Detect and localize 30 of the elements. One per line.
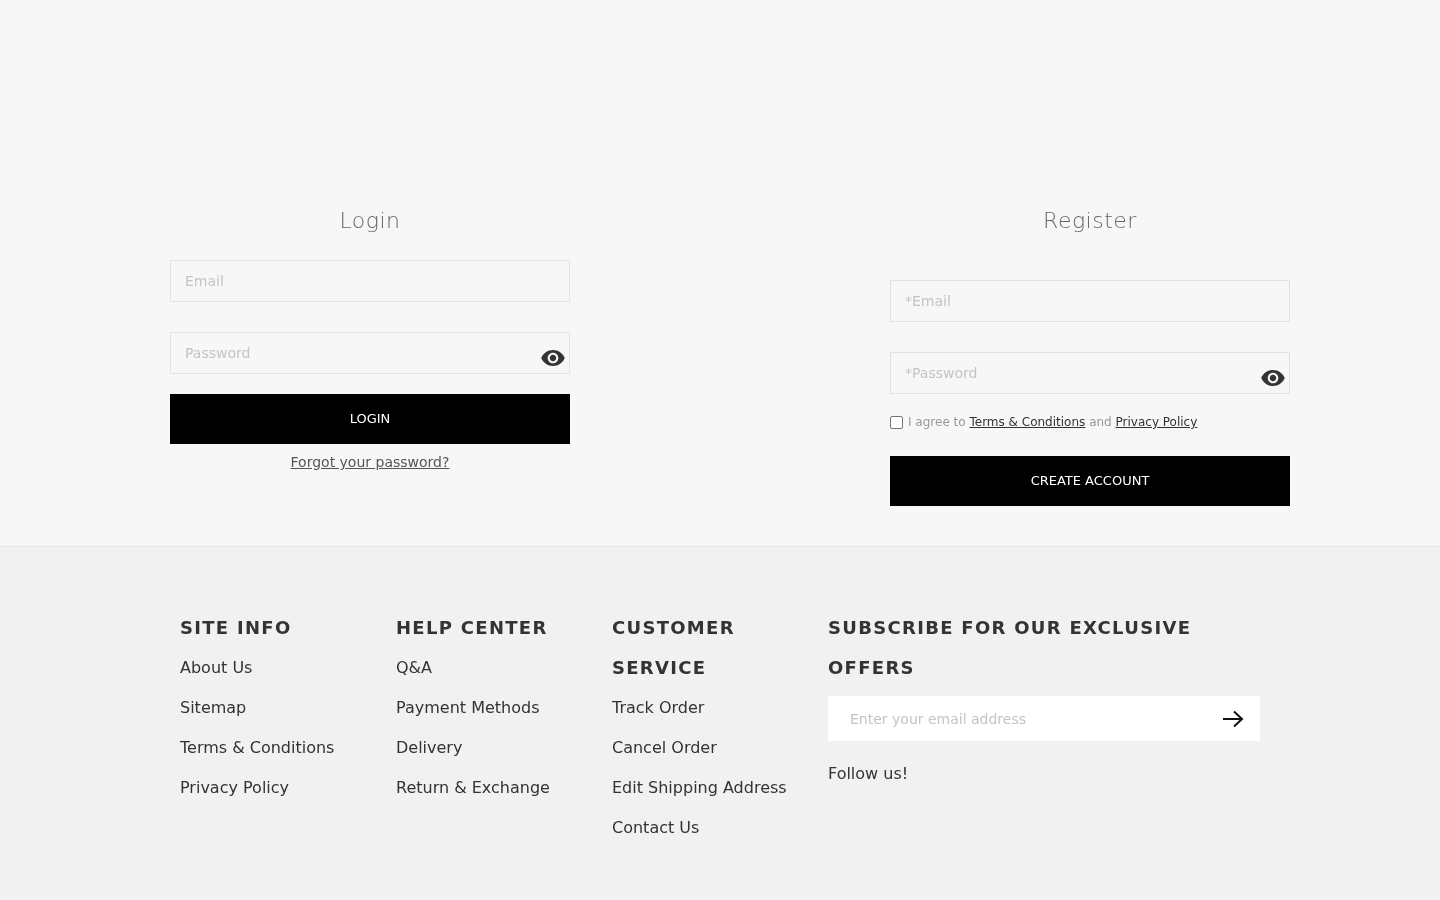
forgot-password-link[interactable]: Forgot your password?: [290, 452, 450, 472]
subscribe-email-field[interactable]: Enter your email address: [828, 696, 1260, 741]
agree-checkbox[interactable]: [890, 415, 903, 429]
footer-heading: SUBSCRIBE FOR OUR EXCLUSIVE OFFERS: [828, 616, 1193, 680]
footer-heading: HELP CENTER: [396, 616, 549, 640]
footer-link[interactable]: Payment Methods: [396, 688, 540, 728]
footer-link[interactable]: Delivery: [396, 728, 463, 768]
privacy-link[interactable]: Privacy Policy: [1115, 415, 1198, 429]
terms-link[interactable]: Terms & Conditions: [969, 415, 1086, 429]
register-title: Register: [1042, 207, 1138, 235]
footer-link[interactable]: Sitemap: [180, 688, 247, 728]
footer-link[interactable]: Privacy Policy: [180, 768, 290, 808]
login-title: Login: [338, 207, 402, 235]
footer-link[interactable]: Cancel Order: [612, 728, 717, 768]
footer-heading: SITE INFO: [180, 616, 293, 640]
footer-link[interactable]: Q&A: [396, 648, 432, 688]
footer-link[interactable]: About Us: [180, 648, 253, 688]
eye-icon[interactable]: [541, 350, 565, 366]
arrow-right-icon[interactable]: [1222, 710, 1244, 728]
footer-heading: CUSTOMER SERVICE: [612, 616, 736, 680]
follow-us-label: Follow us!: [828, 763, 909, 785]
footer-link[interactable]: Contact Us: [612, 808, 700, 848]
footer-link[interactable]: Return & Exchange: [396, 768, 550, 808]
login-button[interactable]: LOGIN: [170, 394, 570, 444]
footer-link[interactable]: Terms & Conditions: [180, 728, 335, 768]
agreement-text: I agree to Terms & Conditions and Privacy Policy: [908, 414, 1198, 430]
eye-icon[interactable]: [1261, 370, 1285, 386]
create-account-button[interactable]: CREATE ACCOUNT: [890, 456, 1290, 506]
footer-link[interactable]: Edit Shipping Address: [612, 768, 787, 808]
footer-link[interactable]: Track Order: [612, 688, 705, 728]
